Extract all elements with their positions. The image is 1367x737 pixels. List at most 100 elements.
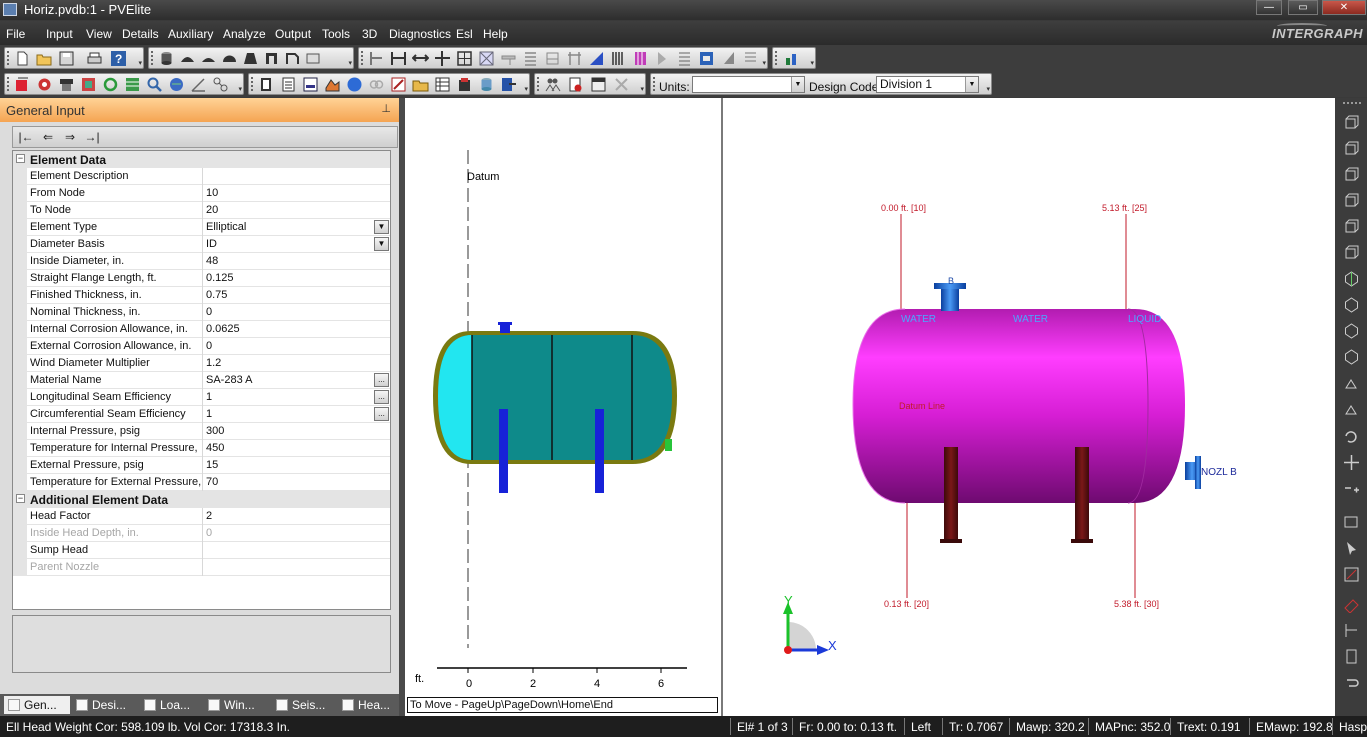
folder-icon[interactable]	[412, 76, 429, 93]
people-icon[interactable]	[544, 76, 561, 93]
close-button[interactable]: ✕	[1322, 0, 1366, 15]
property-row[interactable]: Internal Pressure, psig 300	[13, 423, 390, 440]
property-row[interactable]: External Corrosion Allowance, in. 0	[13, 338, 390, 355]
property-row[interactable]: Temperature for Internal Pressure, 450	[13, 440, 390, 457]
measure-icon[interactable]	[1343, 566, 1360, 583]
menu-output[interactable]: Output	[275, 27, 311, 41]
property-row[interactable]: Temperature for External Pressure, 70	[13, 474, 390, 491]
menu-tools[interactable]: Tools	[322, 27, 350, 41]
property-row[interactable]: Head Factor 2	[13, 508, 390, 525]
report-list-icon[interactable]	[280, 76, 297, 93]
conical-icon[interactable]	[242, 50, 259, 67]
network-icon[interactable]	[613, 76, 630, 93]
property-value[interactable]: 1	[206, 391, 376, 403]
previous-element-button[interactable]: ⇐	[39, 129, 57, 145]
clipboard-icon[interactable]	[456, 76, 473, 93]
property-value[interactable]: 450	[206, 442, 376, 454]
property-row[interactable]: Circumferential Seam Efficiency 1...	[13, 406, 390, 423]
edit-icon[interactable]	[390, 76, 407, 93]
property-value[interactable]: 0	[206, 306, 376, 318]
pointer-icon[interactable]	[1343, 540, 1360, 557]
menu-auxiliary[interactable]: Auxiliary	[168, 27, 213, 41]
menu-file[interactable]: File	[6, 27, 25, 41]
output-icon[interactable]	[58, 76, 75, 93]
skirt-icon[interactable]	[305, 50, 322, 67]
rotate-icon[interactable]	[1343, 428, 1360, 445]
chevron-down-icon[interactable]: ▼	[791, 77, 804, 92]
globe-icon[interactable]	[168, 76, 185, 93]
export-icon[interactable]	[500, 76, 517, 93]
menu-view[interactable]: View	[86, 27, 112, 41]
vertical-dimension-icon[interactable]	[434, 50, 451, 67]
undo-view-icon[interactable]	[1343, 674, 1360, 691]
property-row[interactable]: Inside Head Depth, in. 0	[13, 525, 390, 542]
connect-icon[interactable]	[212, 76, 229, 93]
toolbar-overflow-icon[interactable]: ▾	[640, 85, 644, 93]
tube-bundle-icon[interactable]	[610, 50, 627, 67]
toolbar-overflow-icon[interactable]: ▾	[138, 59, 142, 67]
weight-icon[interactable]	[720, 50, 737, 67]
new-file-icon[interactable]	[14, 50, 31, 67]
help-icon[interactable]: ?	[110, 50, 127, 67]
window-icon[interactable]	[590, 76, 607, 93]
spherical-head-icon[interactable]	[221, 50, 238, 67]
property-value[interactable]: 70	[206, 476, 376, 488]
menu-3d[interactable]: 3D	[362, 27, 377, 41]
property-value[interactable]: 48	[206, 255, 376, 267]
table-icon[interactable]	[434, 76, 451, 93]
collapse-icon[interactable]: −	[16, 154, 25, 163]
chevron-down-icon[interactable]: ▼	[965, 77, 978, 92]
property-row[interactable]: Element Type Elliptical ▼	[13, 219, 390, 236]
zoom-window-icon[interactable]	[1343, 374, 1360, 391]
property-row[interactable]: To Node 20	[13, 202, 390, 219]
property-row[interactable]: Sump Head	[13, 542, 390, 559]
property-row[interactable]: Straight Flange Length, ft. 0.125	[13, 270, 390, 287]
platform-icon[interactable]	[500, 50, 517, 67]
menu-analyze[interactable]: Analyze	[223, 27, 266, 41]
toolbar-overflow-icon[interactable]: ▾	[762, 59, 766, 67]
iso-view-3-icon[interactable]	[1343, 322, 1360, 339]
next-element-button[interactable]: ⇒	[61, 129, 79, 145]
pin-icon[interactable]: ⊥	[381, 102, 391, 115]
packing-icon[interactable]	[522, 50, 539, 67]
property-row[interactable]: Diameter Basis ID ▼	[13, 236, 390, 253]
ellipsis-button[interactable]: ...	[374, 373, 389, 387]
bookmark-icon[interactable]	[1343, 648, 1360, 665]
property-row[interactable]: Element Description	[13, 168, 390, 185]
dropdown-arrow-icon[interactable]: ▼	[374, 220, 389, 234]
property-value[interactable]: 0.125	[206, 272, 376, 284]
property-value[interactable]: 0	[206, 527, 376, 539]
nozzle-element-icon[interactable]	[284, 50, 301, 67]
last-element-button[interactable]: →|	[83, 129, 101, 145]
halfpipe-icon[interactable]	[632, 50, 649, 67]
lining-icon[interactable]	[588, 50, 605, 67]
property-row[interactable]: Nominal Thickness, in. 0	[13, 304, 390, 321]
grid-category[interactable]: − Element Data	[13, 151, 390, 168]
property-value[interactable]: 15	[206, 459, 376, 471]
sphere-icon[interactable]	[346, 76, 363, 93]
view-left-icon[interactable]	[1343, 166, 1360, 183]
menu-details[interactable]: Details	[122, 27, 159, 41]
property-value[interactable]: 0	[206, 340, 376, 352]
legs-icon[interactable]	[676, 50, 693, 67]
ellipsis-button[interactable]: ...	[374, 407, 389, 421]
save-icon[interactable]	[58, 50, 75, 67]
preview-icon[interactable]	[302, 76, 319, 93]
design-code-select[interactable]: Division 1 ▼	[876, 76, 979, 93]
select-window-icon[interactable]	[1343, 514, 1360, 531]
erase-icon[interactable]	[1343, 596, 1360, 613]
property-value[interactable]: Elliptical	[206, 221, 376, 233]
view-bottom-icon[interactable]	[1343, 244, 1360, 261]
tray-icon[interactable]	[478, 50, 495, 67]
ellipsis-button[interactable]: ...	[374, 390, 389, 404]
toolbar-overflow-icon[interactable]: ▾	[810, 59, 814, 67]
elliptical-head-icon[interactable]	[179, 50, 196, 67]
view-top-icon[interactable]	[1343, 218, 1360, 235]
property-value[interactable]: ID	[206, 238, 376, 250]
property-value[interactable]: 1	[206, 408, 376, 420]
liquid-icon[interactable]	[544, 50, 561, 67]
insulation-icon[interactable]	[566, 50, 583, 67]
property-value[interactable]: 0.0625	[206, 323, 376, 335]
iso-view-4-icon[interactable]	[1343, 348, 1360, 365]
property-row[interactable]: Inside Diameter, in. 48	[13, 253, 390, 270]
